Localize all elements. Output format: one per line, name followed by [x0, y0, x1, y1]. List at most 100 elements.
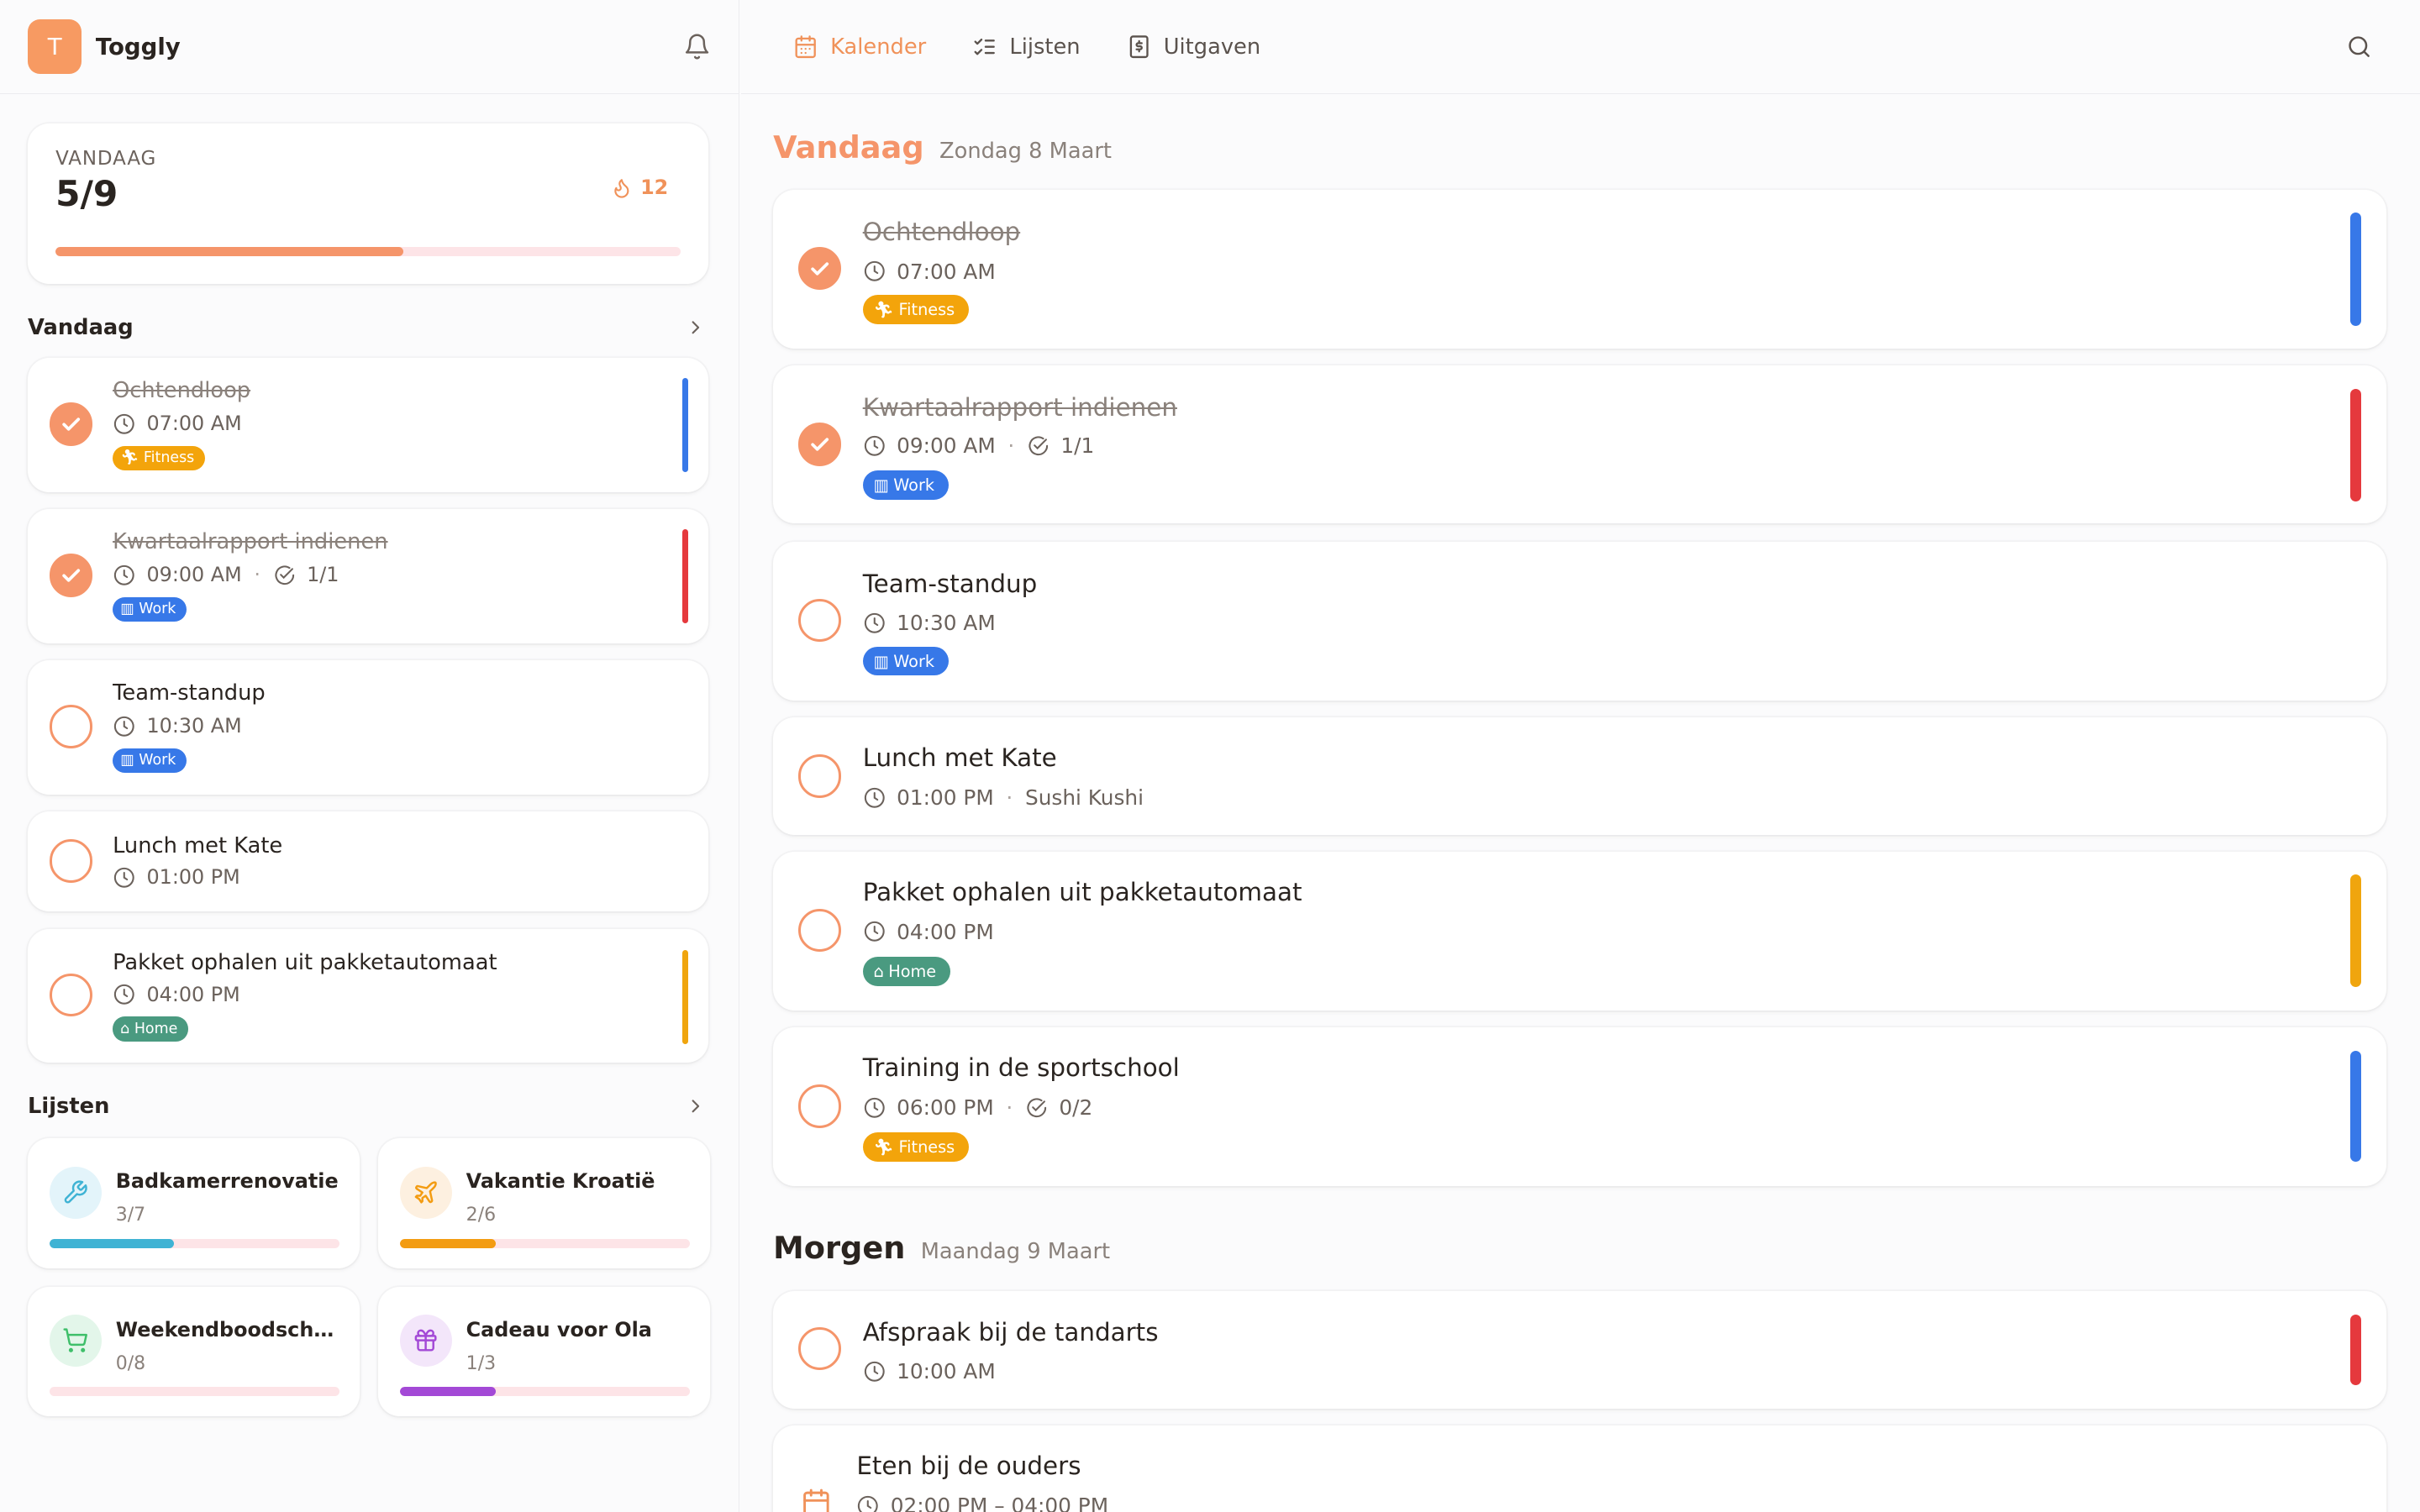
task-lunch-met-kate[interactable]: Lunch met Kate 01:00 PM · Sushi Kushi: [773, 717, 2386, 835]
task-checkbox[interactable]: [797, 1326, 841, 1370]
today-progress-bar: [55, 246, 681, 256]
task-time: 07:00 AM: [146, 412, 242, 436]
tag-fitness: 🏃︎ Fitness: [862, 1132, 969, 1163]
wrench-icon: [49, 1166, 103, 1219]
task-title: Ochtendloop: [113, 377, 251, 403]
today-header: Vandaag Zondag 8 Maart: [773, 129, 1112, 165]
tag-work: ▥ Work: [113, 748, 187, 774]
tab-label: Kalender: [830, 34, 927, 60]
task-checkbox[interactable]: [49, 705, 93, 748]
tag-label: Work: [893, 651, 935, 671]
task-meta: 10:30 AM: [113, 714, 242, 738]
task-time: 10:30 AM: [146, 714, 242, 738]
task-checkbox[interactable]: [797, 423, 841, 466]
task-checkbox[interactable]: [49, 554, 93, 597]
list-card-cadeau[interactable]: Cadeau voor Ola 1/3: [377, 1286, 710, 1417]
task-kwartaalrapport[interactable]: Kwartaalrapport indienen 09:00 AM · 1/1 …: [773, 365, 2386, 523]
task-title: Pakket ophalen uit pakketautomaat: [113, 950, 497, 976]
task-ochtendloop[interactable]: Ochtendloop 07:00 AM 🏃︎ Fitness: [773, 189, 2386, 349]
task-checkbox[interactable]: [49, 839, 93, 883]
chevron-right-icon[interactable]: [685, 317, 707, 339]
sidebar-task-kwartaalrapport[interactable]: Kwartaalrapport indienen 09:00 AM · 1/1 …: [28, 509, 709, 643]
bell-icon[interactable]: [683, 33, 711, 60]
task-meta: 01:00 PM: [113, 865, 240, 889]
task-meta: 04:00 PM: [863, 920, 994, 944]
task-checkbox[interactable]: [797, 754, 841, 798]
avatar[interactable]: T: [28, 19, 82, 74]
sidebar-task-lunch[interactable]: Lunch met Kate 01:00 PM: [28, 811, 709, 912]
tab-lijsten[interactable]: Lijsten: [972, 34, 1081, 60]
task-time: 10:00 AM: [897, 1359, 996, 1384]
tab-uitgaven[interactable]: Uitgaven: [1127, 34, 1260, 60]
chevron-right-icon[interactable]: [685, 1095, 707, 1117]
house-icon: ⌂: [873, 961, 884, 981]
clock-icon: [113, 866, 136, 890]
task-team-standup[interactable]: Team-standup 10:30 AM ▥ Work: [773, 541, 2386, 701]
clock-icon: [113, 983, 136, 1006]
task-checkbox[interactable]: [49, 973, 93, 1017]
task-checkbox[interactable]: [49, 402, 93, 446]
tomorrow-date: Maandag 9 Maart: [920, 1238, 1111, 1264]
tag-label: Home: [888, 961, 937, 981]
tomorrow-header: Morgen Maandag 9 Maart: [773, 1230, 1110, 1266]
task-time: 01:00 PM: [146, 865, 240, 890]
sidebar-task-ochtendloop[interactable]: Ochtendloop 07:00 AM 🏃︎ Fitness: [28, 358, 709, 492]
task-pakket-ophalen[interactable]: Pakket ophalen uit pakketautomaat 04:00 …: [773, 851, 2386, 1011]
event-eten-bij-ouders[interactable]: Eten bij de ouders 02:00 PM – 04:00 PM: [773, 1425, 2386, 1512]
list-card-weekendboodschappen[interactable]: Weekendboodschappen 0/8: [28, 1286, 360, 1417]
clock-icon: [863, 612, 886, 635]
search-icon[interactable]: [2346, 34, 2372, 60]
priority-bar: [681, 377, 689, 473]
list-card-vakantie[interactable]: Vakantie Kroatië 2/6: [377, 1138, 710, 1268]
checkmark-icon: [62, 569, 80, 583]
today-progress-fill: [55, 246, 403, 256]
list-card-badkamerrenovatie[interactable]: Badkamerrenovatie 3/7: [28, 1138, 360, 1268]
list-progress-fill: [399, 1238, 496, 1248]
priority-bar: [681, 528, 689, 624]
sidebar-task-pakket[interactable]: Pakket ophalen uit pakketautomaat 04:00 …: [28, 928, 709, 1063]
task-title: Lunch met Kate: [862, 743, 1057, 773]
event-meta: 02:00 PM – 04:00 PM: [856, 1494, 1108, 1512]
tag-home: ⌂ Home: [113, 1016, 189, 1042]
receipt-icon: [1127, 34, 1151, 59]
plane-icon: [399, 1166, 453, 1219]
tag-label: Fitness: [898, 1137, 955, 1158]
priority-bar: [2350, 874, 2362, 988]
task-training[interactable]: Training in de sportschool 06:00 PM · 0/…: [773, 1027, 2386, 1187]
sidebar-task-team-standup[interactable]: Team-standup 10:30 AM ▥ Work: [28, 660, 709, 795]
task-meta: 07:00 AM: [113, 412, 242, 435]
subtask-count: 1/1: [307, 563, 339, 587]
list-progress-bar: [399, 1238, 690, 1248]
clock-icon: [113, 412, 136, 436]
person-icon: 🏃︎: [873, 299, 894, 319]
task-checkbox[interactable]: [797, 908, 841, 953]
tab-kalender[interactable]: Kalender: [793, 34, 926, 60]
task-time: 10:30 AM: [897, 611, 996, 636]
task-meta: 10:30 AM: [863, 611, 996, 635]
check-circle-icon: [1025, 1096, 1049, 1120]
house-icon: ⌂: [120, 1021, 130, 1038]
tag-label: Work: [893, 475, 935, 496]
streak-count: 12: [640, 176, 669, 200]
task-checkbox[interactable]: [797, 598, 841, 643]
streak-badge: 12: [611, 176, 668, 199]
briefcase-icon: ▥: [120, 752, 134, 769]
task-checkbox[interactable]: [797, 246, 841, 291]
event-title: Eten bij de ouders: [856, 1452, 1081, 1481]
tag-label: Fitness: [143, 449, 195, 467]
task-tandarts[interactable]: Afspraak bij de tandarts 10:00 AM: [773, 1291, 2386, 1409]
list-progress-bar: [49, 1238, 340, 1248]
task-title: Training in de sportschool: [862, 1053, 1180, 1083]
tomorrow-title: Morgen: [773, 1229, 906, 1266]
list-name: Cadeau voor Ola: [466, 1317, 652, 1341]
task-time: 09:00 AM: [146, 563, 242, 587]
clock-icon: [863, 260, 886, 283]
list-progress-bar: [399, 1387, 690, 1397]
clock-icon: [863, 1360, 886, 1383]
task-meta: 01:00 PM · Sushi Kushi: [863, 785, 1144, 810]
task-checkbox[interactable]: [797, 1084, 841, 1128]
list-progress-fill: [49, 1238, 175, 1248]
task-title: Lunch met Kate: [113, 832, 283, 858]
task-time: 06:00 PM: [897, 1095, 994, 1121]
checkmark-icon: [810, 438, 829, 451]
